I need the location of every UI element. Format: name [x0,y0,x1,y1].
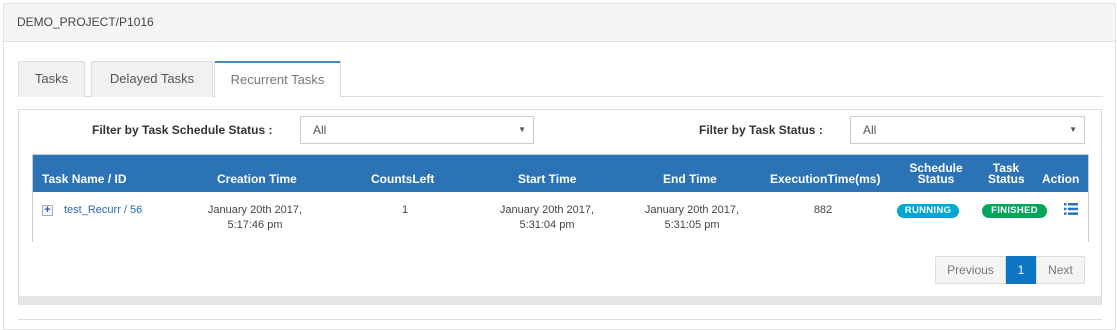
column-header-task-name[interactable]: Task Name / ID [42,172,126,186]
start-time-clock: 5:31:04 pm [519,219,575,231]
creation-time-date: January 20th 2017, [207,204,303,216]
project-title: DEMO_PROJECT/P1016 [17,15,154,29]
schedule-status-filter-select[interactable]: All ▼ [300,116,534,144]
footer-divider [18,319,1102,320]
column-header-action: Action [1042,172,1080,186]
pagination-previous-button[interactable]: Previous [935,256,1006,284]
column-header-counts-left[interactable]: CountsLeft [371,172,434,186]
end-time-date: January 20th 2017, [644,204,740,216]
counts-left-cell: 1 [401,204,409,216]
expand-plus-icon[interactable]: + [42,205,53,216]
task-status-filter-select[interactable]: All ▼ [850,116,1085,144]
column-header-creation-time[interactable]: Creation Time [217,172,297,186]
column-header-task-status[interactable]: Task Status [988,162,1025,186]
task-name-link[interactable]: test_Recurr / 56 [64,204,142,216]
column-header-execution-time[interactable]: ExecutionTime(ms) [770,172,880,186]
task-status-badge: FINISHED [982,204,1047,218]
recurrent-tasks-content: Filter by Task Schedule Status : All ▼ F… [18,109,1102,305]
chevron-down-icon: ▼ [1069,125,1077,134]
tab-tasks[interactable]: Tasks [18,61,85,97]
table-header: Task Name / ID Creation Time CountsLeft … [33,155,1088,192]
panel-header: DEMO_PROJECT/P1016 [4,4,1115,42]
schedule-status-filter-value: All [313,123,327,137]
execution-time-cell: 882 [813,204,833,216]
creation-time-cell: January 20th 2017, 5:17:46 pm [203,203,307,233]
list-icon[interactable] [1064,203,1078,215]
task-status-filter-value: All [863,123,877,137]
table-row: + test_Recurr / 56 January 20th 2017, 5:… [33,192,1088,242]
start-time-date: January 20th 2017, [499,204,595,216]
tab-recurrent-tasks[interactable]: Recurrent Tasks [214,61,341,98]
start-time-cell: January 20th 2017, 5:31:04 pm [495,203,599,233]
schedule-status-filter-label: Filter by Task Schedule Status : [92,123,273,137]
column-header-schedule-status-line2: Status [917,172,955,186]
column-header-task-status-line2: Status [988,172,1025,186]
end-time-cell: January 20th 2017, 5:31:05 pm [640,203,744,233]
creation-time-clock: 5:17:46 pm [227,219,283,231]
tab-delayed-tasks[interactable]: Delayed Tasks [91,61,213,97]
column-header-schedule-status[interactable]: Schedule Status [908,162,964,186]
column-header-start-time[interactable]: Start Time [518,172,576,186]
chevron-down-icon: ▼ [518,125,526,134]
pagination-next-button[interactable]: Next [1036,256,1085,284]
content-footer-strip [19,296,1101,305]
pagination: Previous 1 Next [935,256,1085,284]
end-time-clock: 5:31:05 pm [664,219,720,231]
schedule-status-badge: RUNNING [897,204,959,218]
task-tabs: Tasks Delayed Tasks Recurrent Tasks [18,61,1103,98]
task-status-filter-label: Filter by Task Status : [699,123,823,137]
pagination-page-1-button[interactable]: 1 [1006,256,1036,284]
column-header-end-time[interactable]: End Time [663,172,717,186]
recurrent-tasks-table: Task Name / ID Creation Time CountsLeft … [32,154,1089,242]
